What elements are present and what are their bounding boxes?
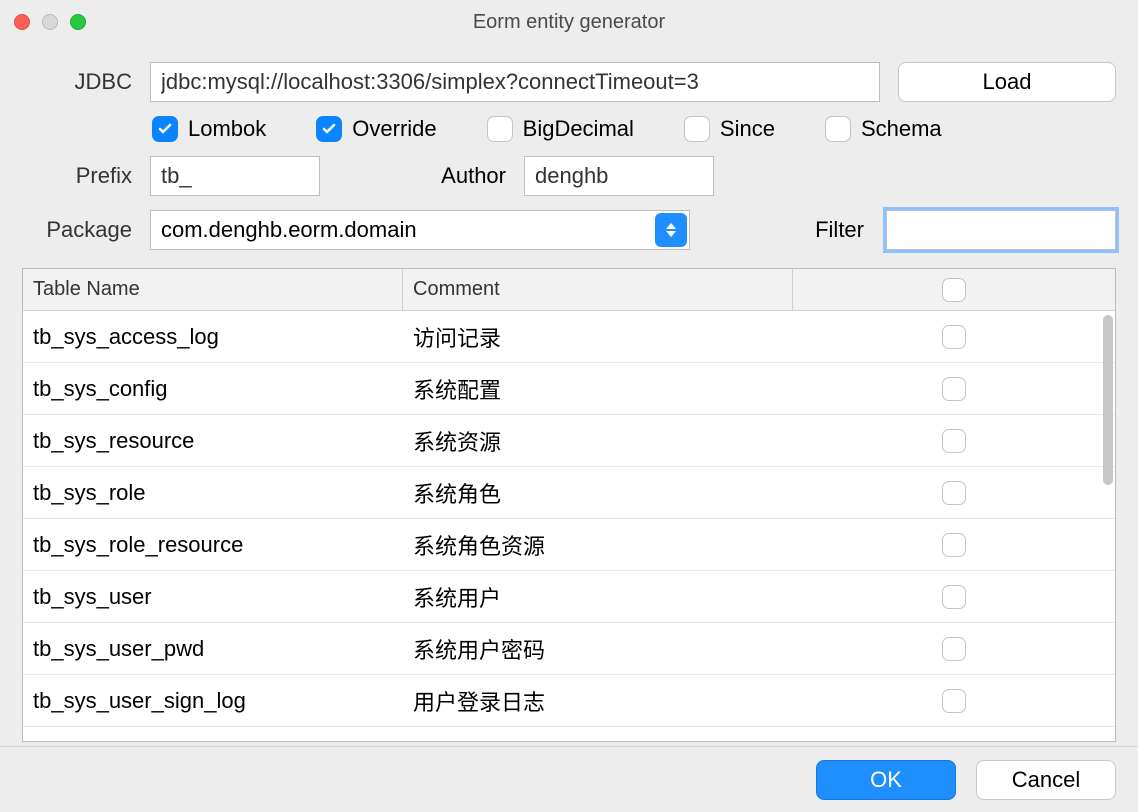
scrollbar-thumb[interactable] — [1103, 315, 1113, 485]
cell-check — [793, 377, 1115, 401]
schema-label: Schema — [861, 116, 942, 142]
table-body[interactable]: tb_sys_access_log访问记录tb_sys_config系统配置tb… — [23, 311, 1115, 741]
override-checkbox[interactable]: Override — [316, 116, 436, 142]
load-button[interactable]: Load — [898, 62, 1116, 102]
filter-label: Filter — [815, 217, 868, 243]
cell-comment: 访问记录 — [403, 321, 793, 353]
titlebar: Eorm entity generator — [0, 0, 1138, 44]
checkbox-icon — [316, 116, 342, 142]
dialog-window: Eorm entity generator JDBC Load Lombok O… — [0, 0, 1138, 812]
jdbc-row: JDBC Load — [22, 62, 1116, 102]
row-checkbox[interactable] — [942, 637, 966, 661]
jdbc-input[interactable] — [150, 62, 880, 102]
zoom-icon[interactable] — [70, 14, 86, 30]
schema-checkbox[interactable]: Schema — [825, 116, 942, 142]
filter-input[interactable] — [886, 210, 1116, 250]
cell-table-name: tb_sys_access_log — [23, 324, 403, 350]
select-all-checkbox[interactable] — [942, 278, 966, 302]
options-row: Lombok Override BigDecimal Since Schema — [152, 116, 1116, 142]
cell-check — [793, 429, 1115, 453]
minimize-icon — [42, 14, 58, 30]
cell-comment: 系统资源 — [403, 425, 793, 457]
col-select-all — [793, 269, 1115, 310]
cell-comment: 系统配置 — [403, 373, 793, 405]
row-checkbox[interactable] — [942, 585, 966, 609]
traffic-lights — [14, 14, 86, 30]
cell-check — [793, 325, 1115, 349]
table-row[interactable]: tb_sys_user系统用户 — [23, 571, 1115, 623]
table-row[interactable]: tb_sys_user_pwd系统用户密码 — [23, 623, 1115, 675]
cell-comment: 用户登录日志 — [403, 685, 793, 717]
prefix-label: Prefix — [22, 163, 132, 189]
table-row[interactable]: tb_sys_role_resource系统角色资源 — [23, 519, 1115, 571]
table-row[interactable]: tb_sys_user_sign_log用户登录日志 — [23, 675, 1115, 727]
jdbc-label: JDBC — [22, 69, 132, 95]
since-checkbox[interactable]: Since — [684, 116, 775, 142]
ok-button[interactable]: OK — [816, 760, 956, 800]
checkbox-icon — [825, 116, 851, 142]
row-checkbox[interactable] — [942, 689, 966, 713]
package-label: Package — [22, 217, 132, 243]
row-checkbox[interactable] — [942, 325, 966, 349]
checkbox-icon — [487, 116, 513, 142]
package-filter-row: Package Filter — [22, 210, 1116, 250]
package-select-wrap — [150, 210, 690, 250]
table-row[interactable]: tb_sys_access_log访问记录 — [23, 311, 1115, 363]
bigdecimal-label: BigDecimal — [523, 116, 634, 142]
cell-table-name: tb_sys_config — [23, 376, 403, 402]
cell-table-name: tb_sys_user_pwd — [23, 636, 403, 662]
cell-table-name: tb_sys_role_resource — [23, 532, 403, 558]
cell-table-name: tb_sys_role — [23, 480, 403, 506]
cell-check — [793, 689, 1115, 713]
author-label: Author — [416, 163, 506, 189]
since-label: Since — [720, 116, 775, 142]
col-comment[interactable]: Comment — [403, 269, 793, 310]
prefix-input[interactable] — [150, 156, 320, 196]
cancel-button[interactable]: Cancel — [976, 760, 1116, 800]
cell-check — [793, 481, 1115, 505]
cell-table-name: tb_sys_user — [23, 584, 403, 610]
lombok-checkbox[interactable]: Lombok — [152, 116, 266, 142]
window-title: Eorm entity generator — [0, 11, 1138, 34]
cell-check — [793, 585, 1115, 609]
table-row[interactable]: tb_sys_config系统配置 — [23, 363, 1115, 415]
row-checkbox[interactable] — [942, 429, 966, 453]
row-checkbox[interactable] — [942, 377, 966, 401]
cell-table-name: tb_sys_user_sign_log — [23, 688, 403, 714]
lombok-label: Lombok — [188, 116, 266, 142]
dialog-footer: OK Cancel — [0, 746, 1138, 812]
table-row[interactable]: tb_sys_resource系统资源 — [23, 415, 1115, 467]
cell-comment: 系统用户密码 — [403, 633, 793, 665]
author-input[interactable] — [524, 156, 714, 196]
bigdecimal-checkbox[interactable]: BigDecimal — [487, 116, 634, 142]
row-checkbox[interactable] — [942, 533, 966, 557]
cell-check — [793, 533, 1115, 557]
tables-list: Table Name Comment tb_sys_access_log访问记录… — [22, 268, 1116, 742]
checkbox-icon — [684, 116, 710, 142]
cell-comment: 系统角色 — [403, 477, 793, 509]
package-select[interactable] — [150, 210, 690, 250]
checkbox-icon — [152, 116, 178, 142]
cell-comment: 系统角色资源 — [403, 529, 793, 561]
content-area: JDBC Load Lombok Override BigDecimal Sin… — [0, 44, 1138, 746]
cell-check — [793, 637, 1115, 661]
cell-table-name: tb_sys_resource — [23, 428, 403, 454]
col-table-name[interactable]: Table Name — [23, 269, 403, 310]
prefix-author-row: Prefix Author — [22, 156, 1116, 196]
table-row[interactable]: tb_sys_role系统角色 — [23, 467, 1115, 519]
table-header: Table Name Comment — [23, 269, 1115, 311]
close-icon[interactable] — [14, 14, 30, 30]
row-checkbox[interactable] — [942, 481, 966, 505]
override-label: Override — [352, 116, 436, 142]
cell-comment: 系统用户 — [403, 581, 793, 613]
